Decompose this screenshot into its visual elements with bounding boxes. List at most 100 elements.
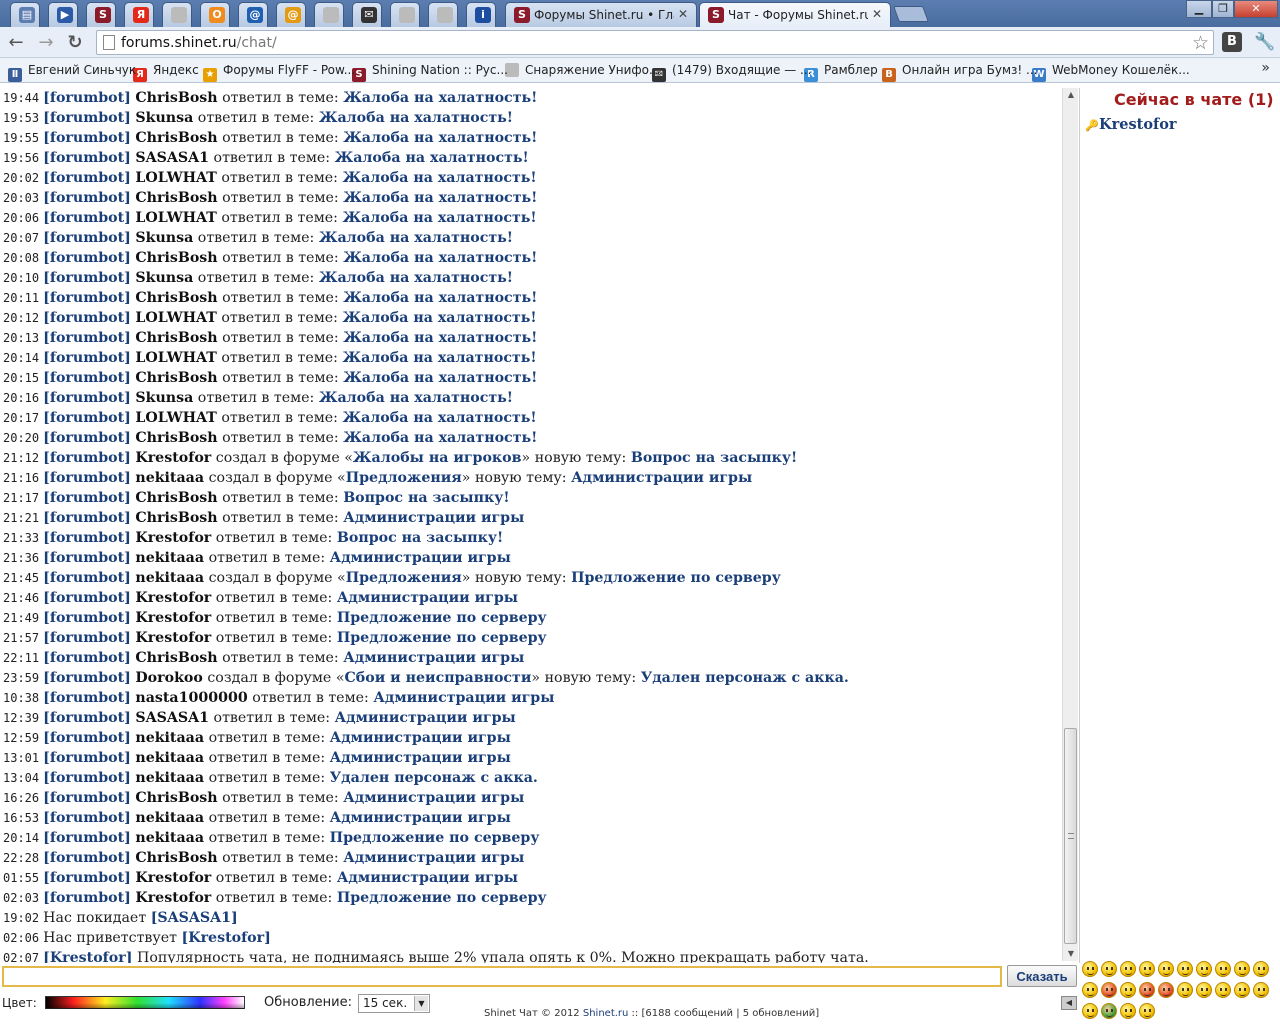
scroll-up-arrow-icon[interactable]: ▲ (1063, 88, 1079, 102)
forward-arrow-icon[interactable]: → (35, 32, 57, 54)
topic-link[interactable]: Администрации игры (571, 470, 752, 486)
smiley-icon[interactable] (1139, 982, 1155, 998)
topic-link[interactable]: Администрации игры (330, 750, 511, 766)
bookmark-item[interactable]: Снаряжение Унифо... (505, 63, 660, 77)
topic-link[interactable]: Жалоба на халатность! (342, 210, 536, 226)
bot-name[interactable]: [forumbot] (43, 510, 131, 526)
tab-close-icon[interactable]: ✕ (678, 7, 688, 21)
back-arrow-icon[interactable]: ← (5, 32, 27, 54)
message-author[interactable]: nekitaaa (135, 770, 204, 786)
topic-link[interactable]: Администрации игры (335, 710, 516, 726)
topic-link[interactable]: Администрации игры (337, 590, 518, 606)
message-author[interactable]: ChrisBosh (135, 790, 217, 806)
bot-name[interactable]: [forumbot] (43, 290, 131, 306)
bookmark-item[interactable]: B Онлайн игра Бумз! ... (882, 63, 1038, 82)
smiley-icon[interactable] (1082, 961, 1098, 977)
topic-link[interactable]: Жалоба на халатность! (343, 130, 537, 146)
smiley-icon[interactable] (1177, 982, 1193, 998)
bot-name[interactable]: [forumbot] (43, 330, 131, 346)
message-author[interactable]: Krestofor (135, 890, 211, 906)
message-author[interactable]: ChrisBosh (135, 650, 217, 666)
system-user-link[interactable]: [Krestofor] (182, 930, 271, 946)
message-author[interactable]: Krestofor (135, 450, 211, 466)
topic-link[interactable]: Предложение по серверу (571, 570, 781, 586)
topic-link[interactable]: Предложение по серверу (337, 630, 547, 646)
scroll-down-arrow-icon[interactable]: ▼ (1063, 947, 1079, 961)
bot-name[interactable]: [forumbot] (43, 90, 131, 106)
message-author[interactable]: LOLWHAT (135, 210, 216, 226)
message-author[interactable]: ChrisBosh (135, 90, 217, 106)
topic-link[interactable]: Предложение по серверу (337, 610, 547, 626)
address-bar[interactable]: forums.shinet.ru/chat/ ☆ (96, 30, 1214, 55)
chat-scrollbar[interactable]: ▲ ▼ (1062, 88, 1078, 961)
topic-link[interactable]: Жалоба на халатность! (319, 110, 513, 126)
pinned-tab-0[interactable]: ▤ (10, 2, 40, 27)
smiley-icon[interactable] (1158, 982, 1174, 998)
bot-name[interactable]: [forumbot] (43, 190, 131, 206)
message-author[interactable]: Skunsa (135, 110, 193, 126)
tab-chat[interactable]: S Чат - Форумы Shinet.ru ✕ (699, 2, 891, 27)
bot-name[interactable]: [forumbot] (43, 130, 131, 146)
forum-link[interactable]: Предложения (346, 570, 462, 586)
bot-name[interactable]: [forumbot] (43, 790, 131, 806)
message-author[interactable]: ChrisBosh (135, 250, 217, 266)
bot-name[interactable]: [forumbot] (43, 310, 131, 326)
new-tab-button[interactable] (893, 6, 929, 22)
chat-message-input[interactable] (2, 966, 1002, 987)
message-author[interactable]: LOLWHAT (135, 350, 216, 366)
bookmark-item[interactable]: Я Яндекс (133, 63, 199, 82)
smiley-icon[interactable] (1234, 961, 1250, 977)
smiley-icon[interactable] (1234, 982, 1250, 998)
pinned-tab-7[interactable]: @ (276, 2, 306, 27)
sound-toggle-icon[interactable]: ◀ (1061, 996, 1077, 1010)
topic-link[interactable]: Удален персонаж с акка. (641, 670, 849, 686)
bot-name[interactable]: [forumbot] (43, 430, 131, 446)
topic-link[interactable]: Жалоба на халатность! (343, 250, 537, 266)
bot-name[interactable]: [forumbot] (43, 490, 131, 506)
bot-name[interactable]: [forumbot] (43, 670, 131, 686)
bot-name[interactable]: [forumbot] (43, 390, 131, 406)
topic-link[interactable]: Жалоба на халатность! (343, 190, 537, 206)
bot-name[interactable]: [forumbot] (43, 370, 131, 386)
bookmark-item[interactable]: ✉ (1479) Входящие — ... (652, 63, 811, 82)
bookmark-item[interactable]: S Shining Nation :: Рус... (352, 63, 508, 82)
message-author[interactable]: nekitaaa (135, 570, 204, 586)
bot-name[interactable]: [forumbot] (43, 610, 131, 626)
pinned-tab-2[interactable]: S (86, 2, 116, 27)
smiley-icon[interactable] (1082, 982, 1098, 998)
message-author[interactable]: ChrisBosh (135, 370, 217, 386)
message-author[interactable]: nekitaaa (135, 830, 204, 846)
topic-link[interactable]: Жалоба на халатность! (343, 290, 537, 306)
pinned-tab-11[interactable] (428, 2, 458, 27)
message-author[interactable]: Skunsa (135, 230, 193, 246)
smiley-icon[interactable] (1158, 961, 1174, 977)
bot-name[interactable]: [forumbot] (43, 810, 131, 826)
bot-name[interactable]: [forumbot] (43, 210, 131, 226)
pinned-tab-3[interactable]: Я (124, 2, 154, 27)
forum-link[interactable]: Предложения (346, 470, 462, 486)
bot-name[interactable]: [forumbot] (43, 690, 131, 706)
message-author[interactable]: ChrisBosh (135, 130, 217, 146)
message-author[interactable]: LOLWHAT (135, 170, 216, 186)
message-author[interactable]: LOLWHAT (135, 310, 216, 326)
bot-name[interactable]: [forumbot] (43, 250, 131, 266)
message-author[interactable]: nekitaaa (135, 810, 204, 826)
smiley-icon[interactable] (1253, 961, 1269, 977)
forum-link[interactable]: Жалобы на игроков (353, 450, 522, 466)
message-author[interactable]: Dorokoo (135, 670, 202, 686)
message-author[interactable]: ChrisBosh (135, 510, 217, 526)
topic-link[interactable]: Вопрос на засыпку! (343, 490, 509, 506)
message-author[interactable]: nekitaaa (135, 750, 204, 766)
topic-link[interactable]: Предложение по серверу (337, 890, 547, 906)
color-picker[interactable] (45, 996, 245, 1009)
message-author[interactable]: Krestofor (135, 530, 211, 546)
topic-link[interactable]: Администрации игры (343, 510, 524, 526)
smiley-icon[interactable] (1101, 1003, 1117, 1019)
bot-name[interactable]: [forumbot] (43, 830, 131, 846)
message-author[interactable]: ChrisBosh (135, 490, 217, 506)
message-author[interactable]: Krestofor (135, 870, 211, 886)
bot-name[interactable]: [forumbot] (43, 110, 131, 126)
tab-close-icon[interactable]: ✕ (872, 7, 882, 21)
smiley-icon[interactable] (1196, 961, 1212, 977)
topic-link[interactable]: Администрации игры (330, 730, 511, 746)
